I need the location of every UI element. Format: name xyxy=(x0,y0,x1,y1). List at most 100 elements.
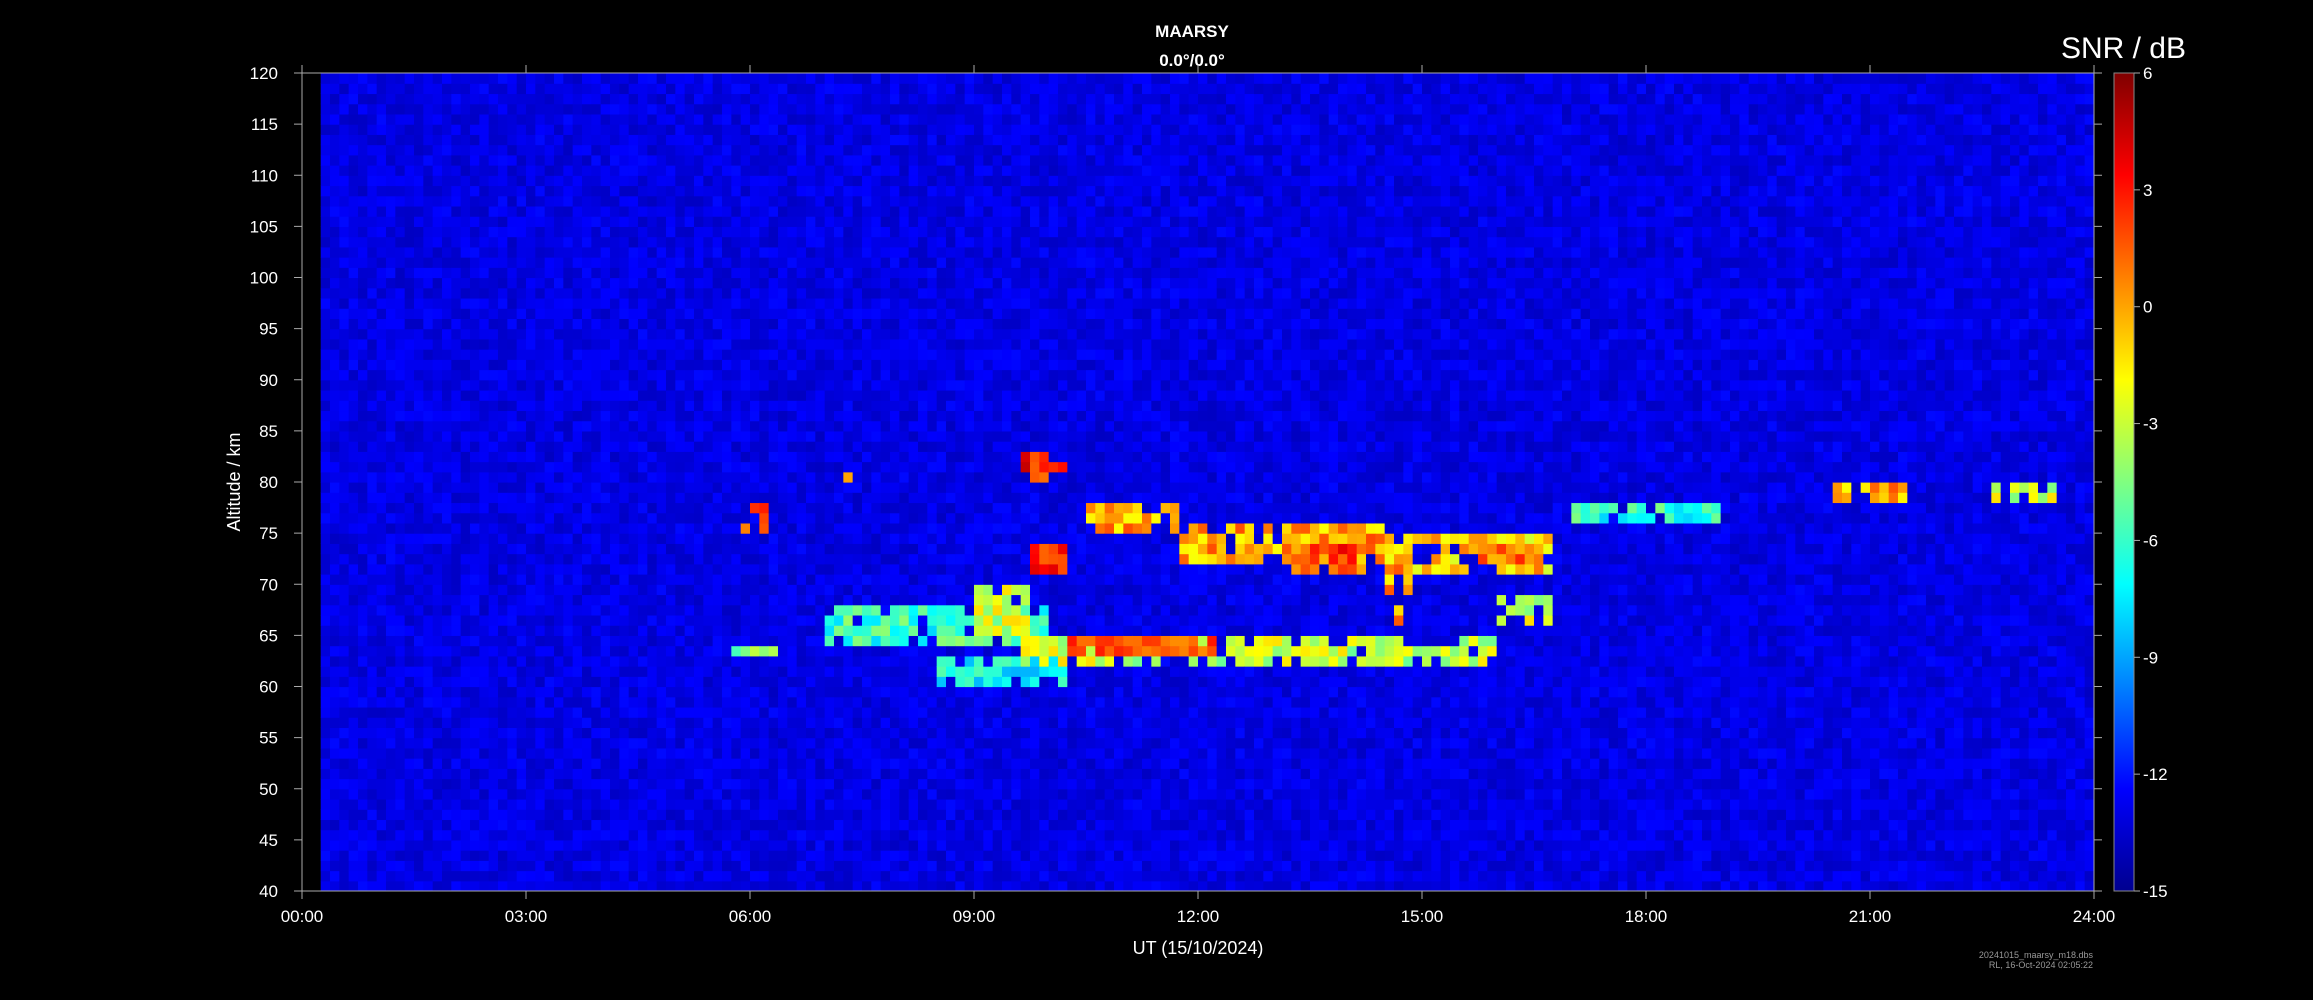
heatmap-cell xyxy=(647,185,658,197)
heatmap-cell xyxy=(703,338,714,350)
heatmap-cell xyxy=(722,430,732,442)
heatmap-cell xyxy=(740,73,751,84)
heatmap-cell xyxy=(358,226,368,238)
heatmap-cell xyxy=(862,839,872,851)
heatmap-cell xyxy=(451,676,462,688)
heatmap-cell xyxy=(806,246,816,258)
heatmap-cell xyxy=(339,880,350,891)
heatmap-cell xyxy=(460,676,471,688)
heatmap-cell xyxy=(731,277,742,289)
heatmap-cell xyxy=(544,502,555,514)
heatmap-cell xyxy=(470,451,480,463)
heatmap-cell xyxy=(320,666,331,677)
heatmap-cell xyxy=(404,563,415,575)
heatmap-cell xyxy=(386,185,396,197)
heatmap-cell xyxy=(880,798,891,810)
heatmap-cell xyxy=(563,308,574,319)
heatmap-cell xyxy=(376,604,387,616)
heatmap-cell xyxy=(722,297,732,309)
heatmap-cell xyxy=(470,318,480,330)
heatmap-cell xyxy=(600,389,611,401)
heatmap-cell xyxy=(563,267,574,279)
heatmap-cell xyxy=(787,420,798,432)
heatmap-cell xyxy=(824,461,835,473)
heatmap-cell xyxy=(834,124,844,135)
heatmap-cell xyxy=(647,83,658,95)
heatmap-cell xyxy=(703,594,714,606)
heatmap-cell xyxy=(815,880,826,891)
heatmap-cell xyxy=(516,441,527,452)
heatmap-cell xyxy=(600,410,611,422)
heatmap-cell xyxy=(703,216,714,227)
heatmap-cell xyxy=(339,308,350,319)
heatmap-cell xyxy=(348,338,359,350)
heatmap-cell xyxy=(656,165,667,176)
heatmap-cell xyxy=(339,267,350,279)
heatmap-cell xyxy=(666,676,676,688)
heatmap-cell xyxy=(348,400,359,412)
heatmap-cell xyxy=(460,727,471,739)
heatmap-cell xyxy=(582,809,592,821)
heatmap-cell xyxy=(367,144,378,156)
heatmap-cell xyxy=(488,512,499,524)
heatmap-cell xyxy=(498,83,508,95)
heatmap-cell xyxy=(554,482,564,493)
heatmap-cell xyxy=(880,502,891,514)
heatmap-cell xyxy=(768,236,779,248)
heatmap-cell xyxy=(815,205,826,217)
heatmap-cell xyxy=(862,747,872,759)
heatmap-cell xyxy=(824,471,835,483)
heatmap-cell xyxy=(759,389,770,401)
heatmap-cell xyxy=(740,584,751,596)
heatmap-cell xyxy=(330,430,340,442)
heatmap-cell xyxy=(834,798,844,810)
heatmap-cell xyxy=(806,850,816,861)
heatmap-cell xyxy=(498,113,508,125)
heatmap-cell xyxy=(386,451,396,463)
heatmap-cell xyxy=(488,614,499,626)
heatmap-cell xyxy=(498,604,508,616)
heatmap-cell xyxy=(638,522,648,534)
heatmap-cell xyxy=(712,471,723,483)
heatmap-cell xyxy=(731,502,742,514)
heatmap-cell xyxy=(488,747,499,759)
heatmap-cell xyxy=(871,400,882,412)
heatmap-cell xyxy=(731,788,742,800)
heatmap-cell xyxy=(722,205,732,217)
heatmap-cell xyxy=(834,246,844,258)
heatmap-cell xyxy=(404,737,415,749)
heatmap-cell xyxy=(386,308,396,319)
heatmap-cell xyxy=(656,747,667,759)
heatmap-cell xyxy=(871,430,882,442)
heatmap-cell xyxy=(498,758,508,769)
heatmap-cell xyxy=(694,635,704,647)
heatmap-cell xyxy=(815,850,826,861)
heatmap-cell xyxy=(843,758,854,769)
heatmap-cell xyxy=(694,788,704,800)
heatmap-cell xyxy=(796,727,807,739)
heatmap-cell xyxy=(619,73,630,84)
heatmap-cell xyxy=(628,502,639,514)
heatmap-cell xyxy=(778,533,788,544)
heatmap-cell xyxy=(778,461,788,473)
heatmap-cell xyxy=(348,482,359,493)
heatmap-cell xyxy=(330,134,340,146)
heatmap-cell xyxy=(619,216,630,227)
heatmap-cell xyxy=(815,686,826,698)
heatmap-cell xyxy=(740,471,751,483)
heatmap-cell xyxy=(759,257,770,268)
heatmap-cell xyxy=(498,379,508,391)
heatmap-cell xyxy=(666,614,676,626)
heatmap-cell xyxy=(498,134,508,146)
heatmap-cell xyxy=(750,645,760,657)
heatmap-cell xyxy=(563,389,574,401)
heatmap-cell xyxy=(834,727,844,739)
heatmap-cell xyxy=(451,727,462,739)
heatmap-cell xyxy=(451,103,462,115)
heatmap-cell xyxy=(376,113,387,125)
heatmap-cell xyxy=(731,236,742,248)
heatmap-cell xyxy=(843,83,854,95)
heatmap-cell xyxy=(712,880,723,891)
heatmap-cell xyxy=(787,850,798,861)
heatmap-cell xyxy=(899,574,910,585)
